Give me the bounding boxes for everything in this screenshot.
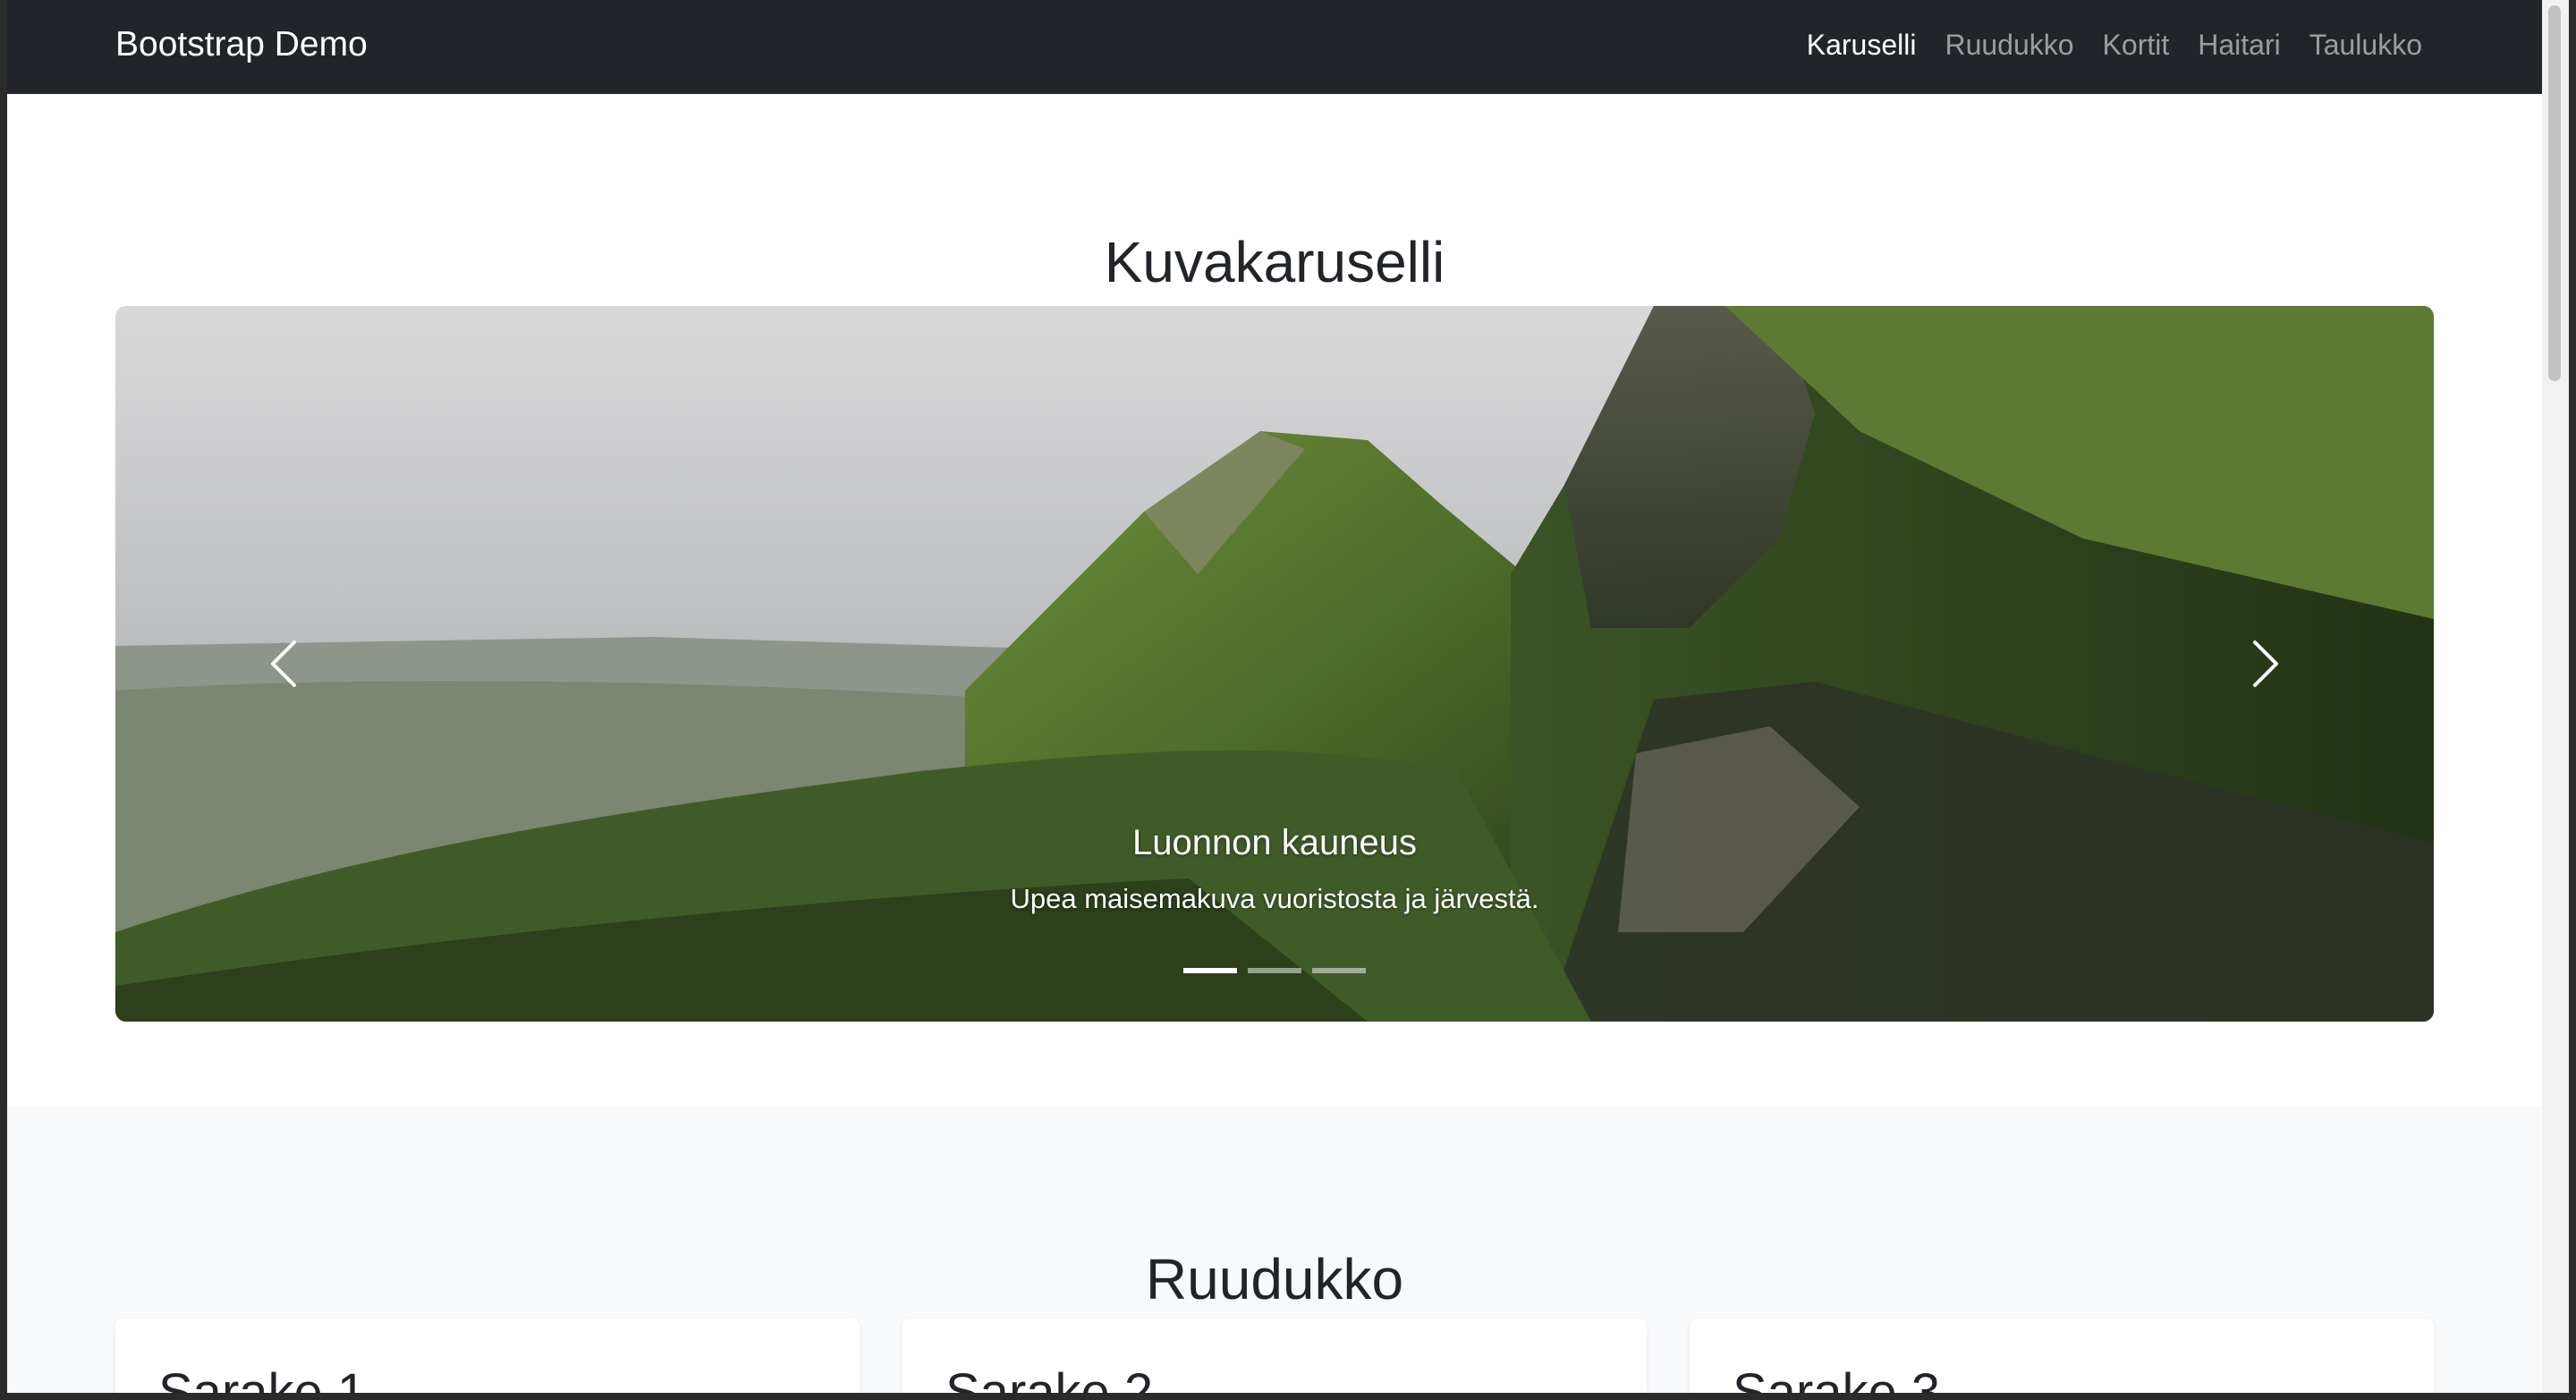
browser-viewport: Bootstrap Demo Karuselli Ruudukko Kortit… <box>7 0 2542 1393</box>
nav-link-kortit[interactable]: Kortit <box>2103 25 2170 64</box>
grid-column-title: Sarake 3 <box>1733 1363 1941 1393</box>
carousel-section-title: Kuvakaruselli <box>1104 230 1445 295</box>
slide-caption-text: Upea maisemakuva vuoristosta ja järvestä… <box>1010 883 1539 914</box>
nav-link-haitari[interactable]: Haitari <box>2198 25 2280 64</box>
navbar: Bootstrap Demo Karuselli Ruudukko Kortit… <box>7 0 2542 94</box>
grid-column-title: Sarake 1 <box>158 1363 367 1393</box>
carousel-indicator-1[interactable] <box>1183 968 1237 973</box>
grid-section-title: Ruudukko <box>1145 1247 1404 1312</box>
navbar-brand[interactable]: Bootstrap Demo <box>115 23 368 66</box>
nav-link-ruudukko[interactable]: Ruudukko <box>1945 25 2073 64</box>
carousel-prev-button[interactable] <box>242 619 332 708</box>
grid-column-title: Sarake 2 <box>945 1363 1154 1393</box>
carousel-indicator-3[interactable] <box>1312 968 1366 973</box>
grid-column-card: Sarake 2 <box>902 1319 1647 1393</box>
slide-caption-title: Luonnon kauneus <box>1131 823 1418 862</box>
scrollbar-thumb[interactable] <box>2548 5 2561 381</box>
grid-column-card: Sarake 3 <box>1690 1319 2434 1393</box>
nav-link-karuselli[interactable]: Karuselli <box>1807 25 1917 64</box>
grid-column-card: Sarake 1 <box>115 1319 860 1393</box>
page-scrollbar[interactable] <box>2542 0 2569 1393</box>
chevron-right-icon <box>2253 641 2278 687</box>
carousel-indicators <box>115 968 2434 973</box>
chevron-left-icon <box>271 641 296 687</box>
nav-links: Karuselli Ruudukko Kortit Haitari Tauluk… <box>1807 25 2422 64</box>
grid-section: Ruudukko Sarake 1 Sarake 2 Sarake 3 <box>7 1107 2542 1393</box>
nav-link-taulukko[interactable]: Taulukko <box>2309 25 2422 64</box>
image-carousel: Luonnon kauneus Upea maisemakuva vuorist… <box>115 306 2434 1022</box>
carousel-next-button[interactable] <box>2217 619 2307 708</box>
carousel-indicator-2[interactable] <box>1248 968 1301 973</box>
